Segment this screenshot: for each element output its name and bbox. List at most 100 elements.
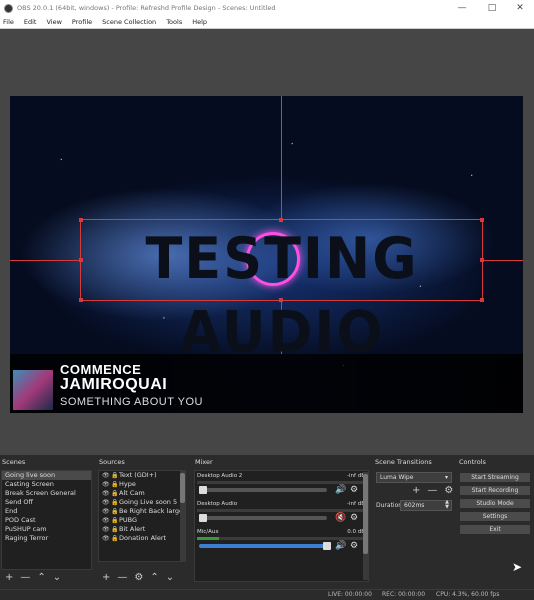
menu-edit[interactable]: Edit bbox=[24, 18, 37, 26]
mixer-panel: Desktop Audio 2 -inf dB 🔊 ⚙ Desktop Audi… bbox=[194, 470, 369, 582]
settings-button[interactable]: Settings bbox=[459, 511, 531, 522]
volume-slider[interactable] bbox=[199, 488, 327, 492]
lock-icon[interactable]: 🔒 bbox=[111, 534, 119, 543]
speaker-icon[interactable]: 🔊 bbox=[335, 485, 346, 495]
move-up-icon[interactable]: ⌃ bbox=[37, 572, 45, 583]
source-item[interactable]: 👁 🔒 Donation Alert bbox=[99, 534, 185, 543]
sources-scrollbar[interactable] bbox=[180, 471, 185, 561]
gear-icon[interactable]: ⚙ bbox=[134, 572, 143, 583]
source-item[interactable]: 👁 🔒 Text (GDI+) bbox=[99, 471, 185, 480]
handle-l[interactable] bbox=[79, 258, 83, 262]
lock-icon[interactable]: 🔒 bbox=[111, 471, 119, 480]
mixer-channel: Desktop Audio -inf dB 🔇 ⚙ bbox=[197, 500, 367, 530]
lock-icon[interactable]: 🔒 bbox=[111, 498, 119, 507]
eye-icon[interactable]: 👁 bbox=[102, 480, 111, 489]
volume-slider[interactable] bbox=[199, 544, 327, 548]
source-item[interactable]: 👁 🔒 PUBG bbox=[99, 516, 185, 525]
handle-bl[interactable] bbox=[79, 298, 83, 302]
menu-tools[interactable]: Tools bbox=[166, 18, 182, 26]
transition-select[interactable]: Luma Wipe ▾ bbox=[376, 472, 452, 483]
add-transition-icon[interactable]: + bbox=[412, 485, 420, 496]
scene-item[interactable]: Send Off bbox=[2, 498, 91, 507]
lock-icon[interactable]: 🔒 bbox=[111, 525, 119, 534]
scene-item[interactable]: Going live soon bbox=[2, 471, 91, 480]
guide-left bbox=[10, 260, 80, 261]
source-item[interactable]: 👁 🔒 Going Live soon 5 bbox=[99, 498, 185, 507]
sources-dock: Sources 👁 🔒 Text (GDI+) 👁 🔒 Hype 👁 🔒 Alt Cam 👁… bbox=[97, 455, 189, 589]
menu-profile[interactable]: Profile bbox=[72, 18, 92, 26]
handle-t[interactable] bbox=[279, 218, 283, 222]
source-item[interactable]: 👁 🔒 Alt Cam bbox=[99, 489, 185, 498]
scene-item[interactable]: Casting Screen bbox=[2, 480, 91, 489]
remove-scene-icon[interactable]: — bbox=[20, 572, 30, 583]
source-label: Alt Cam bbox=[119, 489, 145, 497]
start-streaming-button[interactable]: Start Streaming bbox=[459, 472, 531, 483]
volume-knob[interactable] bbox=[199, 514, 207, 522]
lock-icon[interactable]: 🔒 bbox=[111, 489, 119, 498]
preview-area: TESTING AUDIO COMMENCE JAMIROQUAI SOMETH… bbox=[0, 29, 534, 455]
eye-icon[interactable]: 👁 bbox=[102, 516, 111, 525]
menu-view[interactable]: View bbox=[46, 18, 61, 26]
handle-r[interactable] bbox=[480, 258, 484, 262]
add-scene-icon[interactable]: + bbox=[5, 572, 13, 583]
eye-icon[interactable]: 👁 bbox=[102, 471, 111, 480]
source-item[interactable]: 👁 🔒 Be Right Back large bbox=[99, 507, 185, 516]
source-item[interactable]: 👁 🔒 Hype bbox=[99, 480, 185, 489]
move-down-icon[interactable]: ⌄ bbox=[53, 572, 61, 583]
gear-icon[interactable]: ⚙ bbox=[350, 485, 358, 495]
scene-item[interactable]: End bbox=[2, 507, 91, 516]
start-recording-button[interactable]: Start Recording bbox=[459, 485, 531, 496]
menu-file[interactable]: File bbox=[3, 18, 14, 26]
gear-icon[interactable]: ⚙ bbox=[350, 541, 358, 551]
maximize-button[interactable]: □ bbox=[478, 0, 506, 16]
lock-icon[interactable]: 🔒 bbox=[111, 507, 119, 516]
preview-canvas[interactable]: TESTING AUDIO COMMENCE JAMIROQUAI SOMETH… bbox=[10, 96, 523, 413]
eye-icon[interactable]: 👁 bbox=[102, 534, 111, 543]
gear-icon[interactable]: ⚙ bbox=[444, 485, 453, 496]
close-button[interactable]: ✕ bbox=[506, 0, 534, 16]
selection-box[interactable] bbox=[79, 218, 484, 302]
eye-icon[interactable]: 👁 bbox=[102, 498, 111, 507]
eye-icon[interactable]: 👁 bbox=[102, 489, 111, 498]
sources-header: Sources bbox=[99, 458, 125, 466]
album-cover bbox=[13, 370, 53, 410]
scene-item[interactable]: POD Cast bbox=[2, 516, 91, 525]
menu-help[interactable]: Help bbox=[192, 18, 207, 26]
handle-br[interactable] bbox=[480, 298, 484, 302]
handle-b[interactable] bbox=[279, 298, 283, 302]
guide-top bbox=[281, 96, 282, 219]
muted-speaker-icon[interactable]: 🔇 bbox=[335, 513, 346, 523]
move-up-icon[interactable]: ⌃ bbox=[150, 572, 158, 583]
mixer-scrollbar[interactable] bbox=[363, 472, 368, 580]
exit-button[interactable]: Exit bbox=[459, 524, 531, 535]
menu-bar: File Edit View Profile Scene Collection … bbox=[0, 16, 534, 29]
speaker-icon[interactable]: 🔊 bbox=[335, 541, 346, 551]
eye-icon[interactable]: 👁 bbox=[102, 525, 111, 534]
volume-knob[interactable] bbox=[199, 486, 207, 494]
menu-scene-collection[interactable]: Scene Collection bbox=[102, 18, 156, 26]
gear-icon[interactable]: ⚙ bbox=[350, 513, 358, 523]
move-down-icon[interactable]: ⌄ bbox=[166, 572, 174, 583]
sources-list[interactable]: 👁 🔒 Text (GDI+) 👁 🔒 Hype 👁 🔒 Alt Cam 👁 🔒 Going L… bbox=[98, 470, 186, 562]
handle-tl[interactable] bbox=[79, 218, 83, 222]
volume-slider[interactable] bbox=[199, 516, 327, 520]
guide-right bbox=[483, 260, 523, 261]
lock-icon[interactable]: 🔒 bbox=[111, 480, 119, 489]
duration-input[interactable]: 602ms ▲ ▼ bbox=[400, 500, 452, 511]
studio-mode-button[interactable]: Studio Mode bbox=[459, 498, 531, 509]
eye-icon[interactable]: 👁 bbox=[102, 507, 111, 516]
volume-knob[interactable] bbox=[323, 542, 331, 550]
now-playing-track: SOMETHING ABOUT YOU bbox=[60, 396, 203, 408]
minimize-button[interactable]: — bbox=[448, 0, 476, 16]
scene-item[interactable]: PuSHUP cam bbox=[2, 525, 91, 534]
remove-transition-icon[interactable]: — bbox=[427, 485, 437, 496]
scenes-list[interactable]: Going live soon Casting Screen Break Scr… bbox=[1, 470, 92, 570]
remove-source-icon[interactable]: — bbox=[117, 572, 127, 583]
scene-item[interactable]: Break Screen General bbox=[2, 489, 91, 498]
scene-item[interactable]: Raging Terror bbox=[2, 534, 91, 543]
lock-icon[interactable]: 🔒 bbox=[111, 516, 119, 525]
add-source-icon[interactable]: + bbox=[102, 572, 110, 583]
handle-tr[interactable] bbox=[480, 218, 484, 222]
scenes-dock: Scenes Going live soon Casting Screen Br… bbox=[0, 455, 93, 589]
source-item[interactable]: 👁 🔒 Bit Alert bbox=[99, 525, 185, 534]
